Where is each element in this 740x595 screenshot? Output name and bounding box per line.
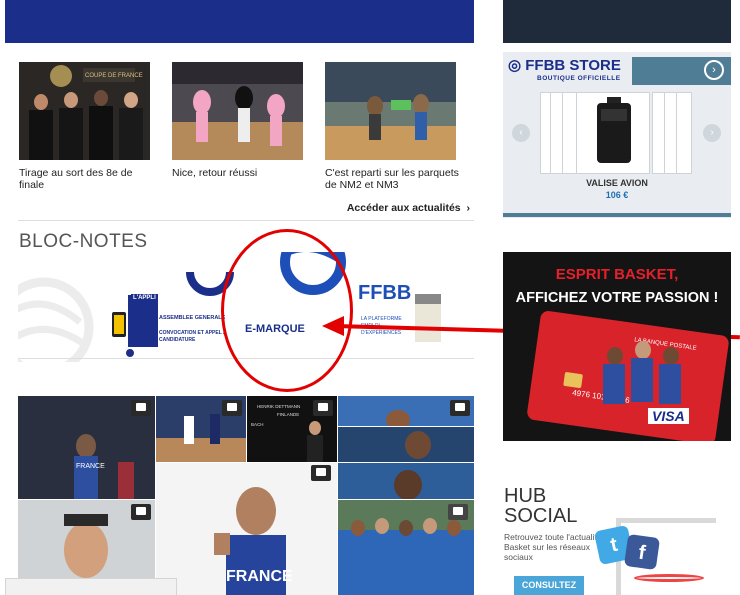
ffbb-watermark-icon [18,277,94,362]
slide-ffbb-label: FFBB [358,282,412,304]
slide-appli-label: L'APPLI [131,294,158,302]
slide-convocation-label: CONVOCATION ET APPEL A CANDIDATURE [159,330,227,343]
carousel-dot[interactable] [126,349,134,357]
visa-logo: VISA [648,408,689,424]
video-tile[interactable] [338,396,474,426]
ad-headline-1: ESPRIT BASKET, [555,266,679,283]
news-thumb-overlay-text: COUPE DE FRANCE [85,73,143,79]
news-caption[interactable]: C'est reparti sur les parquets de NM2 et… [325,167,465,191]
news-more-link[interactable]: Accéder aux actualités › [330,202,470,214]
product-price: 106 € [605,190,629,200]
bottom-tab[interactable] [5,578,177,595]
video-tile[interactable] [338,427,474,462]
product-name[interactable]: VALISE AVION [503,178,731,188]
chevron-right-circle-icon[interactable]: › [704,60,724,80]
hub-consult-button[interactable]: CONSULTEZ [514,576,584,595]
hub-description: Retrouvez toute l'actualité Basket sur l… [504,532,602,562]
video-tile[interactable]: FRANCE [18,396,155,499]
video-tile[interactable] [338,500,474,595]
video-tile-jersey-text: FRANCE [76,463,105,470]
video-play-icon[interactable] [222,400,242,416]
video-play-icon[interactable] [131,400,151,416]
video-grid: FRANCE HENRIK DETTMANN FINLANDE BACH FRA… [18,396,474,595]
product-card-main[interactable] [576,92,650,174]
news-more-label: Accéder aux actualités [346,202,461,214]
basket-rim-icon [634,574,704,582]
video-play-icon[interactable] [311,465,331,481]
ffbb-logo-icon: ◎ [508,57,522,74]
news-thumb-tirage[interactable]: COUPE DE FRANCE [19,62,150,160]
product-card[interactable] [676,92,692,174]
video-tile[interactable]: FRANCE [156,463,337,595]
video-play-icon[interactable] [450,400,470,416]
store-products[interactable] [540,92,692,174]
camera-icon[interactable] [448,504,468,520]
hub-title-2: SOCIAL [504,505,578,527]
video-play-icon[interactable] [313,400,333,416]
ad-headline-2: AFFICHEZ VOTRE PASSION ! [515,290,719,306]
video-tile[interactable] [156,396,246,462]
bloc-notes-title: BLOC-NOTES [19,231,148,252]
video-play-icon[interactable] [131,504,151,520]
facebook-icon[interactable]: f [623,533,661,571]
news-caption[interactable]: Tirage au sort des 8e de finale [19,167,159,191]
hub-title-1: HUB [504,485,547,507]
video-tile[interactable] [338,463,474,499]
slide-assemblee-label: ASSEMBLEE GENERALE [159,315,226,321]
store-logo[interactable]: ◎ FFBB STORE [508,56,621,74]
news-thumb-nm2[interactable] [325,62,456,160]
store-bottom-bar [503,213,731,217]
video-tile-caption-2: FINLANDE [277,412,299,417]
top-banner[interactable] [5,0,474,43]
annotation-arrow-head [322,316,344,336]
divider [18,220,474,221]
video-tile[interactable]: HENRIK DETTMANN FINLANDE BACH [247,396,337,462]
news-thumb-nice[interactable] [172,62,303,160]
video-tile-caption-1: HENRIK DETTMANN [257,404,300,409]
annotation-circle [221,229,353,392]
video-tile-big-jersey-text: FRANCE [226,568,293,585]
chevron-right-icon: › [463,202,470,214]
top-right-banner[interactable] [503,0,731,43]
store-logo-text: FFBB STORE [525,57,621,74]
video-tile-caption-3: BACH [251,422,264,427]
store-prev-button[interactable]: ‹ [512,124,530,142]
store-next-button[interactable]: › [703,124,721,142]
news-caption[interactable]: Nice, retour réussi [172,167,312,179]
store-subtitle: BOUTIQUE OFFICIELLE [537,75,621,82]
